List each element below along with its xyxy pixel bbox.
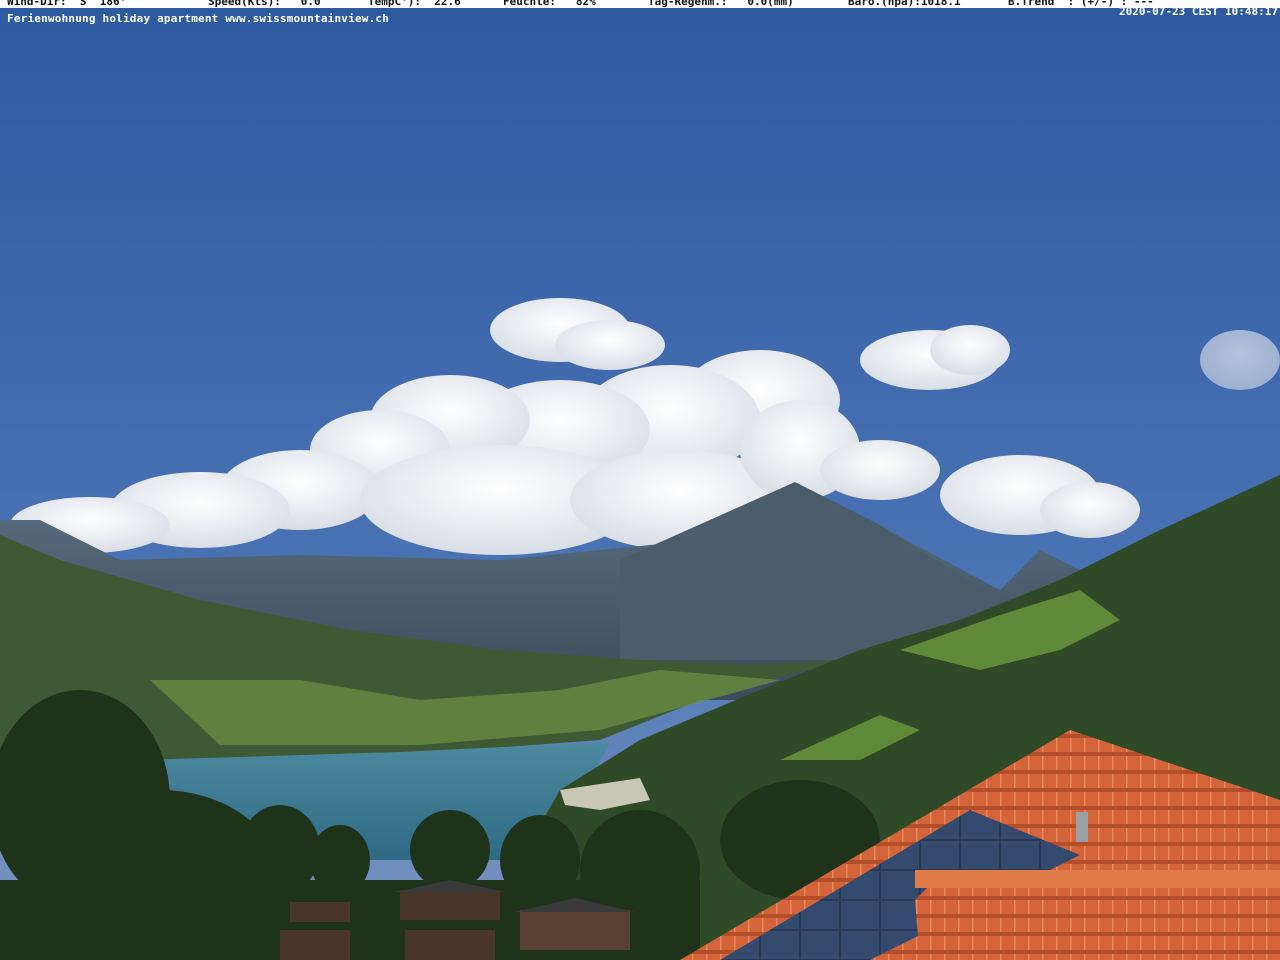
webcam-landscape-image <box>0 0 1280 960</box>
humidity: Feuchte: 82% <box>503 0 596 8</box>
temperature: TempC°): 22.6 <box>368 0 461 8</box>
site-caption: Ferienwohnung holiday apartment www.swis… <box>7 12 390 25</box>
daily-rain: Tag-Regenm.: 0.0(mm) <box>648 0 794 8</box>
timestamp: 2020-07-23 CEST 10:48:17 <box>1119 5 1278 18</box>
wind-direction: Wind-Dir: S 186° <box>7 0 127 8</box>
barometer: Baro.(hpa):1018.1 <box>848 0 961 8</box>
weather-overlay-bar: Wind-Dir: S 186° Speed(Kts): 0.0 TempC°)… <box>0 0 1280 8</box>
weather-readout: Wind-Dir: S 186° Speed(Kts): 0.0 TempC°)… <box>0 0 1280 9</box>
wind-speed: Speed(Kts): 0.0 <box>208 0 321 8</box>
